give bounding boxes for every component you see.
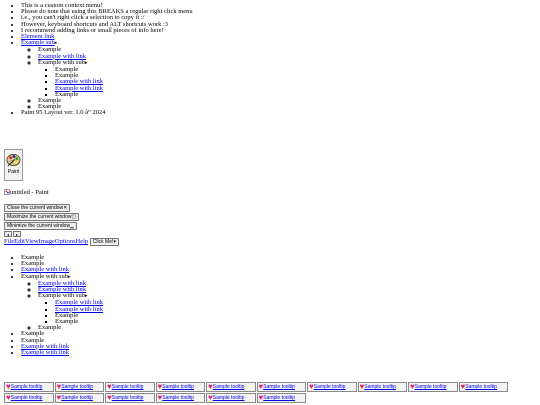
menu-item[interactable]: Example with sub▸ Example with link Exam… — [21, 272, 306, 332]
arrow-controls: ◂ ▸ — [4, 231, 21, 238]
dropdown-menu-list: Example Example Example with link Exampl… — [6, 254, 306, 356]
menu-item-label: Example with sub — [21, 272, 68, 280]
tooltip-sample[interactable]: ♥Sample tooltip — [206, 393, 256, 403]
tooltip-link[interactable]: Sample tooltip — [415, 384, 447, 390]
tooltip-sample[interactable]: ♥Sample tooltip — [206, 382, 256, 392]
context-menu: This is a custom context menu! Please do… — [6, 2, 306, 117]
chevron-down-icon: ▾ — [113, 239, 116, 245]
tooltip-sample[interactable]: ♥Sample tooltip — [105, 393, 155, 403]
menu-item[interactable]: Example with sub▸ Example Example Exampl… — [38, 58, 306, 98]
tooltip-sample[interactable]: ♥Sample tooltip — [4, 393, 54, 403]
tooltip-sample[interactable]: ♥Sample tooltip — [408, 382, 458, 392]
tooltip-link[interactable]: Sample tooltip — [263, 384, 295, 390]
maximize-window-button[interactable]: Maximize the current window▢ — [4, 213, 80, 221]
close-window-button[interactable]: Close the current window✕ — [4, 204, 71, 212]
tooltip-sample[interactable]: ♥Sample tooltip — [256, 393, 306, 403]
tooltip-link[interactable]: Sample tooltip — [465, 384, 497, 390]
tooltip-sample[interactable]: ♥Sample tooltip — [105, 382, 155, 392]
submenu-arrow-icon: ▸ — [84, 60, 88, 66]
tooltip-sample[interactable]: ♥Sample tooltip — [357, 382, 407, 392]
menu-edit[interactable]: Edit — [14, 238, 25, 245]
menu-options[interactable]: Options — [55, 238, 76, 245]
tooltip-sample[interactable]: ♥Sample tooltip — [155, 393, 205, 403]
tooltip-link[interactable]: Sample tooltip — [162, 395, 194, 401]
tooltip-sample[interactable]: ♥Sample tooltip — [307, 382, 357, 392]
close-icon: ✕ — [63, 205, 68, 211]
tooltip-samples: ♥Sample tooltip ♥Sample tooltip ♥Sample to… — [4, 382, 540, 404]
tooltip-sample[interactable]: ♥Sample tooltip — [256, 382, 306, 392]
maximize-icon: ▢ — [71, 214, 77, 220]
desktop-icon-paint[interactable]: Paint — [4, 149, 23, 181]
maximize-button-label: Maximize the current window — [7, 214, 72, 220]
menu-image[interactable]: Image — [39, 238, 55, 245]
tooltip-link[interactable]: Sample tooltip — [11, 395, 43, 401]
tooltip-link[interactable]: Sample tooltip — [213, 384, 245, 390]
click-me-button[interactable]: Click Me!▾ — [89, 238, 119, 246]
version-text: Paint 95 Layout ver. 1.0 â“ 2024 — [21, 109, 106, 117]
menu-item[interactable]: Example with sub▸ Example with link Exam… — [38, 292, 306, 325]
tooltip-sample[interactable]: ♥Sample tooltip — [54, 382, 104, 392]
click-me-label: Click Me! — [92, 239, 114, 245]
tooltip-link[interactable]: Sample tooltip — [162, 384, 194, 390]
tooltip-link[interactable]: Sample tooltip — [213, 395, 245, 401]
version-footer: Paint 95 Layout ver. 1.0 â“ 2024 — [21, 109, 306, 117]
tooltip-link[interactable]: Sample tooltip — [61, 395, 93, 401]
tooltip-sample[interactable]: ♥Sample tooltip — [458, 382, 508, 392]
tooltip-link[interactable]: Sample tooltip — [61, 384, 93, 390]
example-link[interactable]: Example with link — [21, 349, 69, 356]
close-button-label: Close the current window — [7, 205, 64, 211]
window-title: untitled - Paint — [4, 189, 49, 196]
menu-view[interactable]: View — [25, 238, 39, 245]
tooltip-link[interactable]: Sample tooltip — [11, 384, 43, 390]
minimize-window-button[interactable]: Minimize the current window▁ — [4, 222, 77, 230]
tooltip-link[interactable]: Sample tooltip — [364, 384, 396, 390]
tooltip-sample[interactable]: ♥Sample tooltip — [155, 382, 205, 392]
menu-bar: FileEditViewImageOptionsHelp Click Me!▾ — [4, 238, 119, 246]
tooltip-sample[interactable]: ♥Sample tooltip — [4, 382, 54, 392]
minimize-icon: ▁ — [70, 223, 74, 229]
example-sub-link[interactable]: Example sub — [21, 39, 55, 46]
menu-help[interactable]: Help — [76, 238, 89, 245]
menu-item-label: Example with sub — [38, 292, 85, 300]
arrow-left-icon[interactable]: ◂ — [4, 231, 12, 237]
menu-item-label: Example with sub — [38, 58, 85, 66]
menu-file[interactable]: File — [4, 238, 14, 245]
tooltip-link[interactable]: Sample tooltip — [263, 395, 295, 401]
tooltip-link[interactable]: Sample tooltip — [112, 395, 144, 401]
arrow-right-icon[interactable]: ▸ — [13, 231, 21, 237]
menu-item: Example sub▸ Example Example with link E… — [21, 39, 306, 110]
tooltip-link[interactable]: Sample tooltip — [112, 384, 144, 390]
desktop-icon-label: Paint — [7, 169, 20, 175]
tooltip-sample[interactable]: ♥Sample tooltip — [54, 393, 104, 403]
minimize-button-label: Minimize the current window — [7, 223, 71, 229]
paint-palette-icon — [6, 153, 21, 167]
window-title-text: untitled - Paint — [10, 189, 49, 196]
menu-item: Example with link — [21, 349, 306, 356]
tooltip-link[interactable]: Sample tooltip — [314, 384, 346, 390]
